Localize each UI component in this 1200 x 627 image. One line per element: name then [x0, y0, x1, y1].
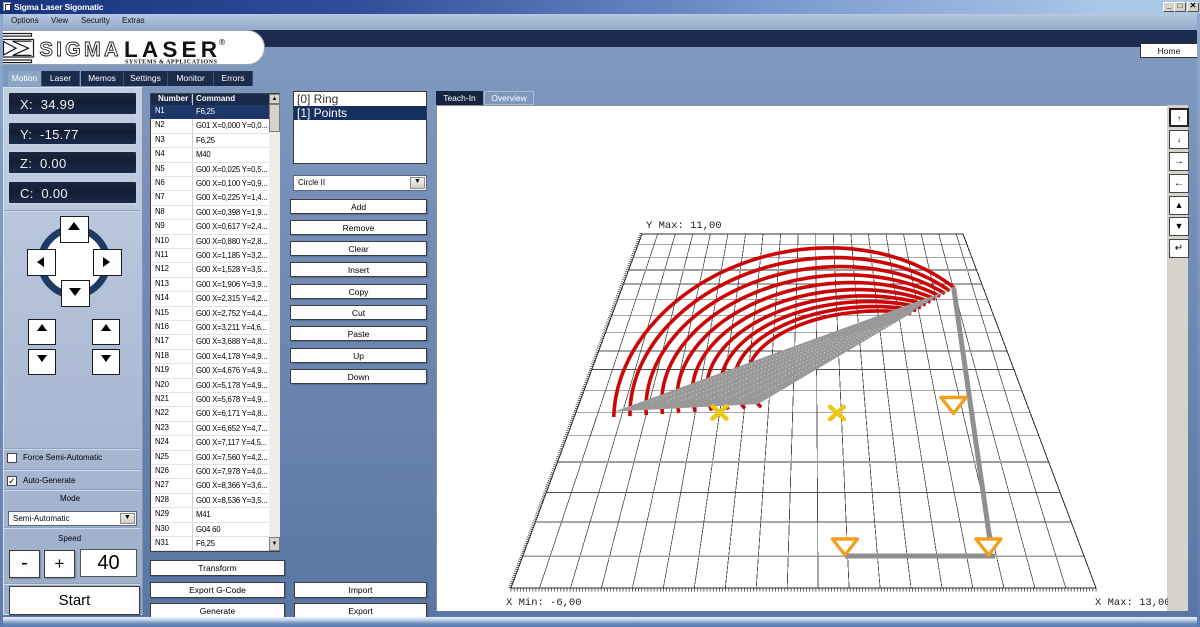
svg-text:SYSTEMS & APPLICATIONS: SYSTEMS & APPLICATIONS: [125, 59, 218, 66]
svg-text:X Max: 13,00: X Max: 13,00: [1095, 597, 1168, 609]
svg-text:®: ®: [219, 37, 226, 47]
svg-text:Y Max: 11,00: Y Max: 11,00: [646, 220, 722, 232]
svg-text:SIGMA: SIGMA: [40, 39, 120, 61]
svg-text:X Min: -6,00: X Min: -6,00: [506, 597, 582, 609]
